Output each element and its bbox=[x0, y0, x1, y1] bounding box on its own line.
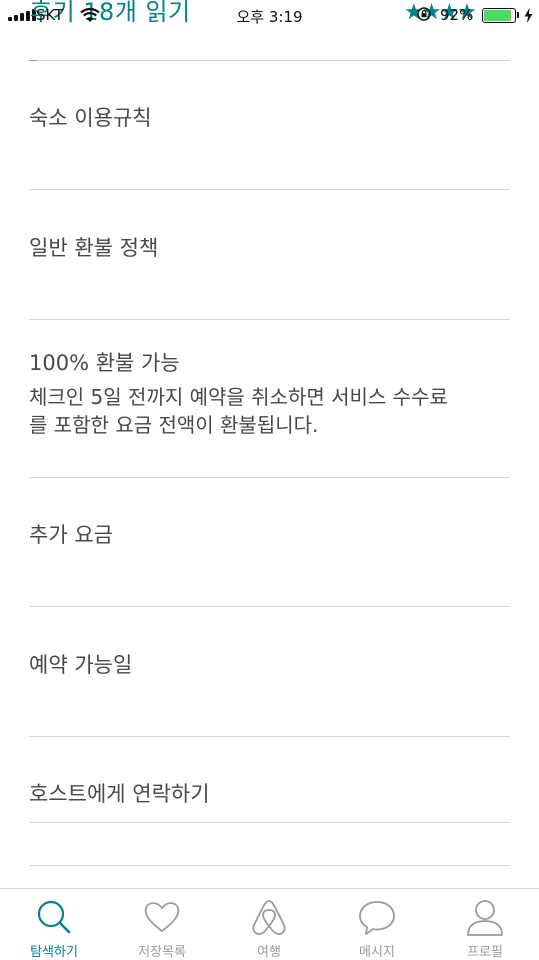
tab-trips[interactable]: 여행 bbox=[215, 889, 323, 960]
rotation-lock-icon bbox=[417, 7, 431, 21]
tab-profile[interactable]: 프로필 bbox=[431, 889, 539, 960]
full-refund-title: 100% 환불 가능 bbox=[29, 351, 180, 375]
full-refund-description-line2: 를 포함한 요금 전액이 환불됩니다. bbox=[29, 413, 319, 437]
refund-policy-row[interactable]: 일반 환불 정책 bbox=[29, 234, 510, 262]
full-refund-row[interactable]: 100% 환불 가능 체크인 5일 전까지 예약을 취소하면 서비스 수수료 를… bbox=[29, 349, 510, 439]
battery-level bbox=[484, 10, 511, 21]
divider bbox=[29, 319, 510, 320]
tab-messages[interactable]: 메시지 bbox=[323, 889, 431, 960]
search-icon bbox=[37, 900, 71, 934]
house-rules-title: 숙소 이용규칙 bbox=[29, 106, 152, 130]
tab-trips-label: 여행 bbox=[257, 945, 281, 960]
tab-explore[interactable]: 탐색하기 bbox=[0, 889, 108, 960]
availability-title: 예약 가능일 bbox=[29, 653, 133, 677]
tab-profile-label: 프로필 bbox=[467, 945, 503, 960]
divider bbox=[29, 477, 510, 478]
battery-cap bbox=[517, 12, 519, 18]
airbnb-logo-icon bbox=[252, 900, 286, 935]
refund-policy-title: 일반 환불 정책 bbox=[29, 236, 159, 260]
extra-fees-row[interactable]: 추가 요금 bbox=[29, 521, 510, 549]
tab-saved-label: 저장목록 bbox=[138, 945, 186, 960]
divider bbox=[29, 189, 510, 190]
heart-icon bbox=[144, 902, 180, 932]
top-divider bbox=[29, 60, 510, 61]
divider bbox=[29, 865, 510, 866]
house-rules-row[interactable]: 숙소 이용규칙 bbox=[29, 104, 510, 132]
status-bar: 후기 18개 읽기 SKT 오후 3:19 ★★★★ 92% bbox=[0, 0, 539, 30]
contact-host-row[interactable]: 호스트에게 연락하기 bbox=[29, 780, 510, 808]
person-icon bbox=[467, 900, 503, 936]
charging-bolt-icon bbox=[524, 8, 533, 23]
tab-saved[interactable]: 저장목록 bbox=[108, 889, 216, 960]
battery-percent: 92% bbox=[440, 6, 474, 24]
tab-bar: 탐색하기 저장목록 여행 메시지 프로필 bbox=[0, 888, 539, 960]
divider bbox=[29, 822, 510, 823]
top-divider-nub bbox=[29, 60, 37, 61]
divider bbox=[29, 736, 510, 737]
divider bbox=[29, 606, 510, 607]
full-refund-description-line1: 체크인 5일 전까지 예약을 취소하면 서비스 수수료 bbox=[29, 385, 448, 409]
battery-icon bbox=[482, 8, 516, 23]
tab-messages-label: 메시지 bbox=[359, 945, 395, 960]
speech-bubble-icon bbox=[359, 901, 395, 935]
extra-fees-title: 추가 요금 bbox=[29, 523, 113, 547]
availability-row[interactable]: 예약 가능일 bbox=[29, 651, 510, 679]
contact-host-title: 호스트에게 연락하기 bbox=[29, 782, 210, 806]
tab-explore-label: 탐색하기 bbox=[30, 945, 78, 960]
